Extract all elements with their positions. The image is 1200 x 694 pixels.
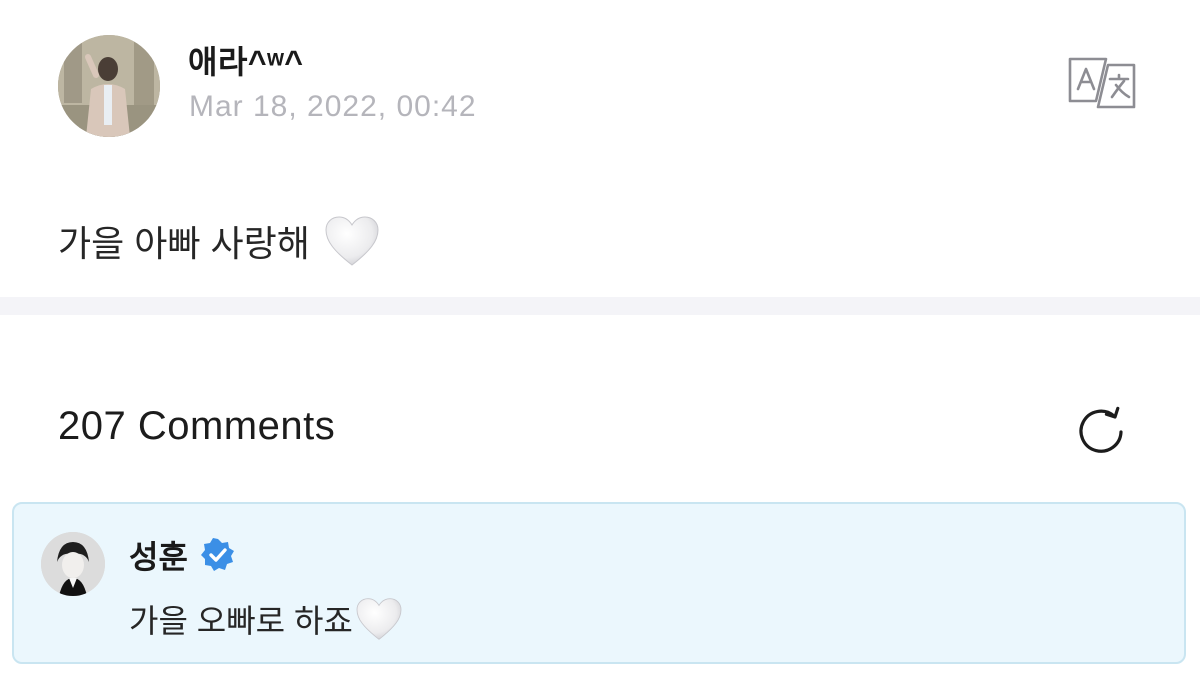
section-divider [0,297,1200,315]
comments-count-title: 207 Comments [58,404,336,448]
refresh-icon[interactable] [1072,402,1130,460]
translate-icon[interactable] [1066,55,1138,111]
post-body-text: 가을 아빠 사랑해 [58,223,310,264]
comment-item[interactable]: 성훈 가을 오빠로 하죠 [12,502,1186,664]
white-heart-icon [324,215,380,267]
post-author-name[interactable]: 애라^ʷ^ [188,37,304,83]
comment-author-avatar[interactable] [41,532,105,596]
comment-author-name[interactable]: 성훈 [129,532,188,578]
comment-text: 가을 오빠로 하죠 [129,596,403,642]
white-heart-icon [355,597,403,641]
author-avatar[interactable] [58,35,160,137]
comment-text-body: 가을 오빠로 하죠 [129,603,353,639]
post-timestamp: Mar 18, 2022, 00:42 [189,90,477,123]
verified-badge-icon [200,537,236,573]
post-header: 애라^ʷ^ Mar 18, 2022, 00:42 [58,35,1158,137]
comment-author: 성훈 [129,532,236,578]
post-body: 가을 아빠 사랑해 [58,215,380,267]
